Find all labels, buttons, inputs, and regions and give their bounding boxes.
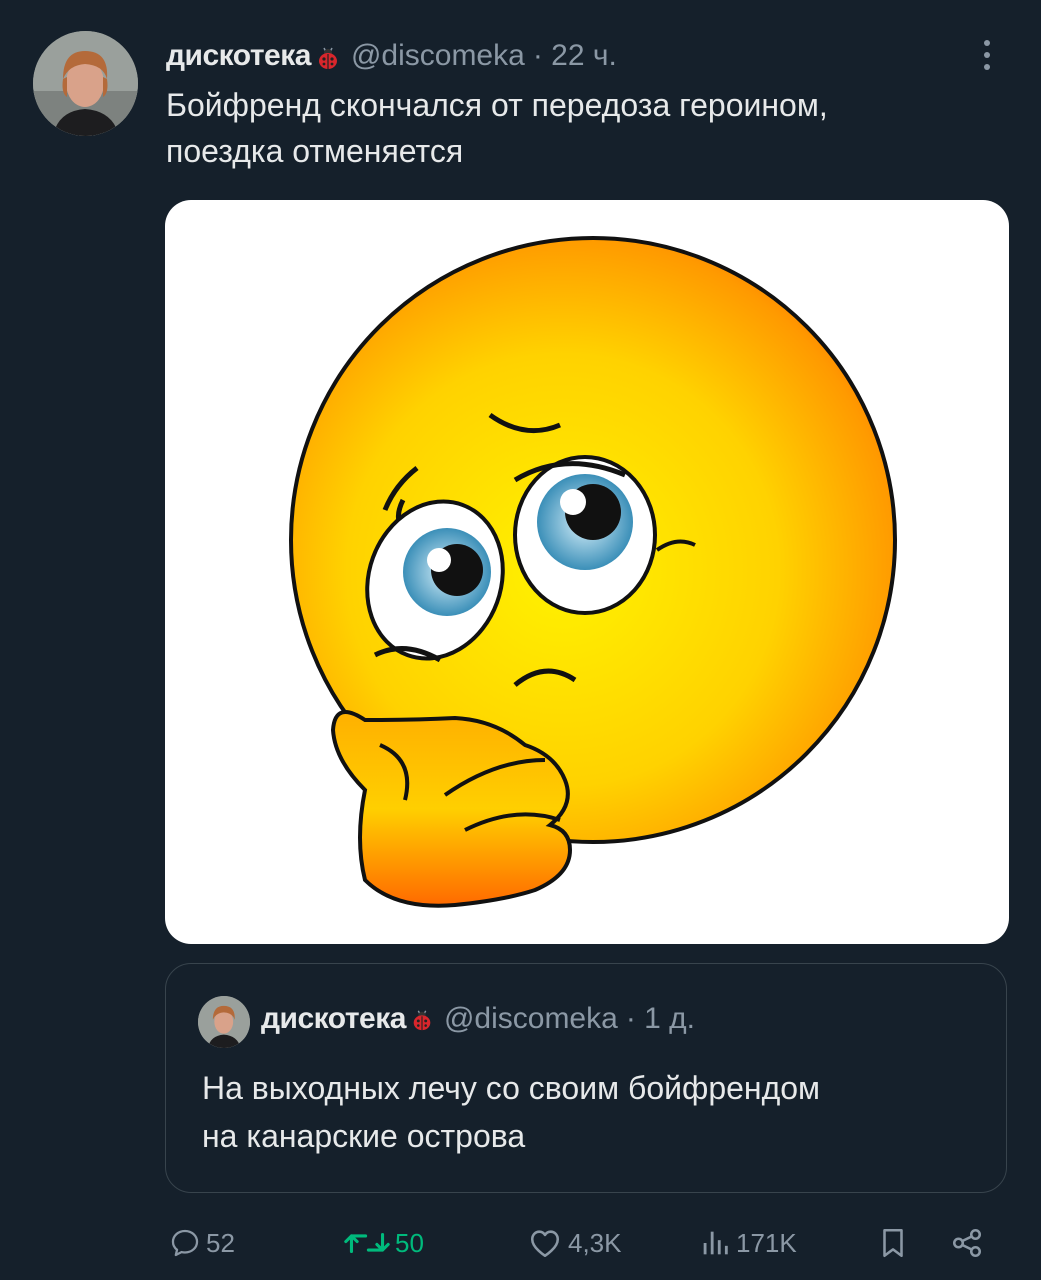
author-name[interactable]: дискотека	[166, 39, 311, 73]
ladybug-icon	[318, 47, 337, 69]
author-handle[interactable]: @discomeka	[351, 39, 525, 73]
tweet-text-line: поездка отменяется	[166, 133, 464, 169]
bookmark-icon	[883, 1228, 903, 1258]
retweet-count: 50	[395, 1227, 424, 1258]
reply-icon	[171, 1229, 199, 1257]
views-chart-icon	[703, 1231, 728, 1255]
quoted-tweet[interactable]: дискотека @discomeka · 1 д. На выходных …	[165, 963, 1007, 1193]
retweet-icon	[344, 1232, 390, 1254]
author-avatar[interactable]	[33, 31, 138, 136]
tweet-text: Бойфренд скончался от передоза героином,…	[166, 82, 1016, 174]
bookmark-button[interactable]	[876, 1222, 914, 1264]
quote-header: дискотека @discomeka · 1 д.	[261, 1002, 695, 1036]
views-count: 171K	[736, 1227, 797, 1258]
quote-text-line: на канарские острова	[202, 1118, 526, 1154]
quote-time: · 1 д.	[625, 1002, 695, 1035]
ladybug-icon	[413, 1010, 431, 1031]
quote-text-line: На выходных лечу со своим бойфрендом	[202, 1070, 821, 1106]
share-icon	[952, 1228, 982, 1258]
quote-author-name: дискотека	[261, 1002, 406, 1035]
tweet-text-line: Бойфренд скончался от передоза героином,	[166, 87, 828, 123]
quote-text: На выходных лечу со своим бойфрендом на …	[202, 1064, 982, 1160]
crying-emoji-image	[289, 236, 897, 908]
tweet-header: дискотека @discomeka · 22 ч.	[166, 36, 617, 76]
retweet-button[interactable]: 50	[343, 1222, 424, 1264]
heart-icon	[530, 1230, 560, 1258]
more-options-icon[interactable]	[975, 35, 999, 75]
quote-author-handle: @discomeka	[443, 1002, 618, 1035]
reply-count: 52	[206, 1227, 235, 1258]
views-button[interactable]: 171K	[698, 1222, 797, 1264]
like-count: 4,3K	[568, 1227, 622, 1258]
quote-author-avatar	[198, 996, 250, 1048]
reply-button[interactable]: 52	[168, 1222, 235, 1264]
share-button[interactable]	[950, 1222, 988, 1264]
like-button[interactable]: 4,3K	[526, 1222, 622, 1264]
tweet-time[interactable]: · 22 ч.	[533, 39, 617, 73]
tweet-media[interactable]	[165, 200, 1009, 944]
